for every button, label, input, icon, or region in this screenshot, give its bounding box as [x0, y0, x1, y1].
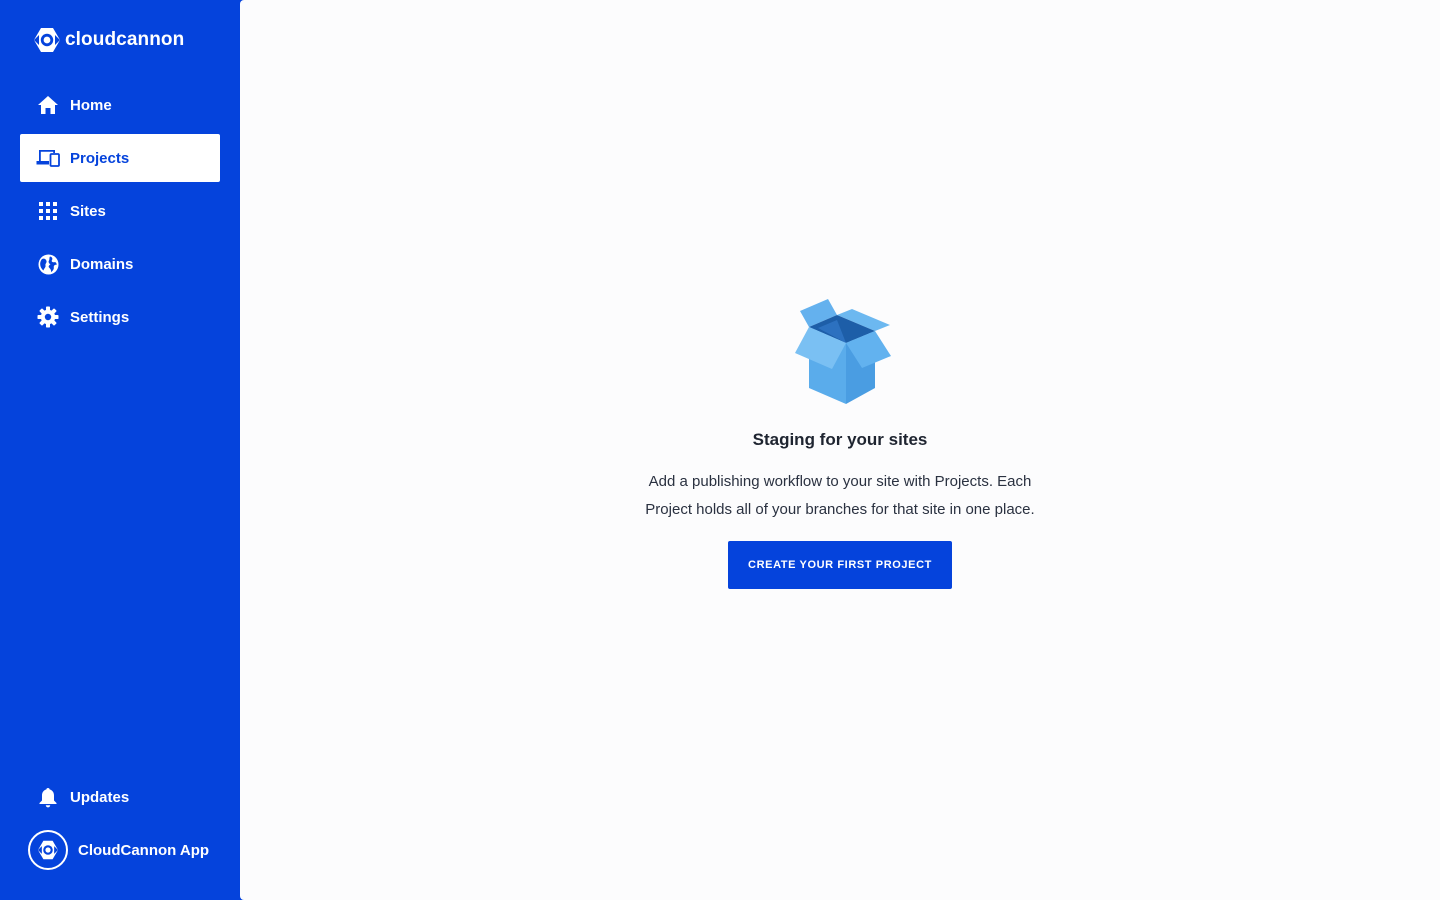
sidebar-item-settings[interactable]: Settings — [20, 293, 220, 341]
sidebar-nav: Home Projects Sites Domains Settings — [20, 81, 220, 346]
sidebar-item-label: Projects — [70, 149, 130, 167]
home-icon — [36, 93, 60, 117]
main-content: Staging for your sites Add a publishing … — [240, 0, 1440, 900]
app-window: cloudcannon Home Projects Sites Domains … — [0, 0, 1440, 900]
globe-icon — [36, 252, 60, 276]
sidebar-item-label: Settings — [70, 308, 130, 326]
cloudcannon-logo-icon — [28, 830, 68, 870]
grid-icon — [36, 199, 60, 223]
sidebar-item-sites[interactable]: Sites — [20, 187, 220, 235]
bell-icon — [36, 785, 60, 809]
sidebar-item-home[interactable]: Home — [20, 81, 220, 129]
sidebar-item-label: Sites — [70, 202, 106, 220]
sidebar-item-domains[interactable]: Domains — [20, 240, 220, 288]
create-first-project-button[interactable]: CREATE YOUR FIRST PROJECT — [728, 541, 952, 589]
empty-state: Staging for your sites Add a publishing … — [240, 296, 1440, 589]
cloudcannon-logo-icon — [34, 28, 60, 52]
brand-name: cloudcannon — [65, 29, 185, 50]
devices-icon — [36, 146, 60, 170]
empty-state-title: Staging for your sites — [752, 430, 928, 449]
sidebar-item-projects[interactable]: Projects — [20, 134, 220, 182]
sidebar-bottom: Updates — [20, 773, 220, 821]
sidebar-item-updates[interactable]: Updates — [20, 773, 220, 821]
gear-icon — [36, 305, 60, 329]
cloudcannon-app-link[interactable]: CloudCannon App — [28, 830, 209, 870]
open-box-illustration — [795, 299, 891, 404]
sidebar-item-label: Domains — [70, 255, 134, 273]
sidebar: cloudcannon Home Projects Sites Domains … — [0, 0, 240, 900]
empty-state-description: Add a publishing workflow to your site w… — [645, 473, 1035, 518]
updates-label: Updates — [70, 788, 130, 806]
brand-logo[interactable]: cloudcannon — [32, 26, 184, 54]
sidebar-item-label: Home — [70, 96, 112, 114]
app-label: CloudCannon App — [78, 841, 210, 859]
